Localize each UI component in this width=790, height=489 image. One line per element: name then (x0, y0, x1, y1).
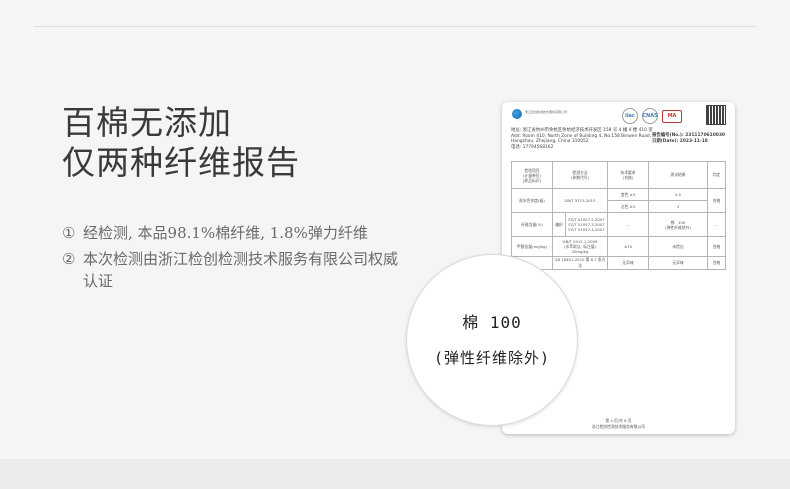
top-divider (34, 26, 756, 27)
table-row: 纤维含量(%) 编织 FZ/T 01057.2-2007 FZ/T 01057.… (511, 212, 726, 237)
table-row: GB 18401-2010 第 6.7 条方法 无异味 无异味 合格 (511, 256, 726, 270)
table-cell: 3 (648, 200, 708, 213)
table-cell: 甲醛含量(mg/kg) (511, 236, 553, 257)
table-cell: 棉 100 (弹性纤维除外) (648, 212, 708, 237)
table-row: 耐水色牢度(级) GB/T 5713-2013 变色 ≥3 4-5 合格 (511, 188, 726, 213)
point-text: 经检测, 本品98.1%棉纤维, 1.8%弹力纤维 (83, 224, 368, 242)
table-cell: 沾色 ≥3 (607, 200, 649, 213)
headline: 百棉无添加 仅两种纤维报告 (62, 103, 300, 183)
report-number-block: 报告编号(No.): 2311170610030 日期(Date): 2023-… (652, 133, 725, 144)
fiber-content-callout: 棉 100 (弹性纤维除外) (407, 255, 577, 425)
table-cell: 无异味 (607, 256, 649, 270)
report-no: 2311170610030 (685, 133, 725, 138)
report-address: 地址: 浙江省杭州市余杭区余杭经济技术开发区 158 号 4 幢 4 楼 410… (511, 128, 653, 150)
table-cell: GB/T 5713-2013 (552, 188, 608, 213)
table-cell: -- (707, 212, 726, 237)
ma-badge-icon: MA (662, 109, 682, 123)
point-text: 本次检测由浙江检创检测技术服务有限公司权威认证 (83, 250, 399, 290)
table-header-row: 检验项目 (计量单位) [样品标识] 检测方法 (参数代号) 技术要求 (合格)… (511, 161, 726, 189)
report-date: 2023-11-18 (679, 138, 708, 144)
feature-point: ② 本次检测由浙江检创检测技术服务有限公司权威认证 (62, 248, 403, 292)
headline-line-1: 百棉无添加 (62, 103, 232, 142)
table-cell: 合格 (707, 188, 726, 213)
table-cell: 纤维含量(%) (511, 212, 553, 237)
certification-badges: ilac CNAS MA (622, 108, 682, 124)
ilac-badge-icon: ilac (622, 108, 638, 124)
test-results-table: 检验项目 (计量单位) [样品标识] 检测方法 (参数代号) 技术要求 (合格)… (511, 161, 726, 270)
table-header-cell: 检验项目 (计量单位) [样品标识] (511, 161, 553, 189)
table-cell: ≤75 (607, 236, 649, 257)
date-label: 日期(Date): (652, 138, 679, 144)
address-line: 地址: 浙江省杭州市余杭区余杭经济技术开发区 158 号 4 幢 4 楼 410… (511, 128, 653, 133)
table-cell: 合格 (707, 256, 726, 270)
report-footer-company: 浙江检创检测技术服务有限公司 (591, 424, 646, 429)
report-no-label: 报告编号(No.): (652, 133, 684, 138)
callout-note: (弹性纤维除外) (433, 348, 551, 367)
table-header-cell: 技术要求 (合格) (607, 161, 649, 189)
bottom-strip (0, 459, 790, 489)
table-cell: 合格 (707, 236, 726, 257)
table-header-cell: 测试结果 (648, 161, 708, 189)
feature-points: ① 经检测, 本品98.1%棉纤维, 1.8%弹力纤维 ② 本次检测由浙江检创检… (62, 222, 403, 296)
table-cell: FZ/T 01057.2-2007 FZ/T 01057.3-2007 FZ/T… (565, 212, 608, 237)
table-cell: 无异味 (648, 256, 708, 270)
table-cell: 4-5 (648, 188, 708, 201)
table-row: 甲醛含量(mg/kg) GB/T 2912.1-2009 (水萃取法, 标注值)… (511, 236, 726, 257)
cnas-badge-icon: CNAS (642, 108, 658, 124)
point-number: ② (62, 250, 76, 268)
point-number: ① (62, 224, 76, 242)
report-company-name: 浙江检创检测技术服务有限公司 (525, 110, 568, 114)
table-cell: 变色 ≥3 (607, 188, 649, 201)
table-cell: 未检出 (648, 236, 708, 257)
table-cell: 编织 (552, 212, 566, 237)
feature-point: ① 经检测, 本品98.1%棉纤维, 1.8%弹力纤维 (62, 222, 403, 244)
callout-cotton-content: 棉 100 (462, 312, 522, 332)
company-logo-icon (512, 109, 522, 119)
table-cell: -- (607, 212, 649, 237)
table-cell: GB/T 2912.1-2009 (水萃取法, 标注值) 20mg/kg (552, 236, 608, 257)
table-cell: GB 18401-2010 第 6.7 条方法 (552, 256, 608, 270)
table-header-cell: 检测方法 (参数代号) (552, 161, 608, 189)
headline-line-2: 仅两种纤维报告 (62, 143, 300, 182)
table-cell: 耐水色牢度(级) (511, 188, 553, 213)
address-line: 电话: 17794568162 (511, 144, 554, 150)
qr-code-icon (706, 105, 726, 125)
table-header-cell: 判定 (707, 161, 726, 189)
